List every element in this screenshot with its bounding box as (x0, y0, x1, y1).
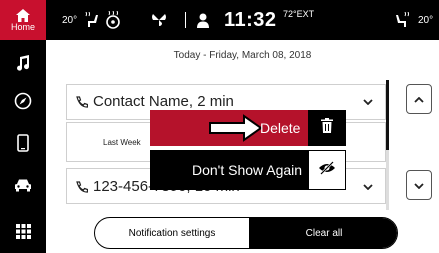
home-label: Home (10, 21, 35, 32)
left-sidebar: Home (0, 0, 46, 253)
sidebar-item-phone[interactable] (0, 124, 46, 162)
notifications-screen: Home 20° 11:32 72°EXT 20° Today - Friday… (0, 0, 439, 253)
chevron-down-icon (414, 176, 424, 194)
phone-icon (17, 134, 29, 152)
notification-actions: Notification settings Clear all (94, 217, 398, 249)
expand-chevron-icon[interactable] (355, 89, 381, 115)
user-profile-icon[interactable] (196, 0, 210, 40)
exterior-temp: 72°EXT (283, 9, 315, 19)
missed-call-icon (75, 180, 89, 198)
clear-all-button[interactable]: Clear all (249, 218, 397, 248)
heated-wheel-icon[interactable] (104, 0, 122, 40)
sidebar-item-apps[interactable] (0, 212, 46, 250)
arrow-right-icon (208, 114, 264, 147)
fan-icon[interactable] (150, 0, 168, 40)
sidebar-item-vehicle[interactable] (0, 166, 46, 204)
passenger-temp[interactable]: 20° (418, 0, 433, 40)
notification-subtitle: Last Week (103, 138, 141, 147)
car-icon (14, 178, 32, 192)
delete-button[interactable]: Delete (150, 110, 308, 146)
notification-title: Contact Name, 2 min (93, 93, 234, 110)
sidebar-item-navigation[interactable] (0, 82, 46, 120)
chevron-up-icon (414, 90, 424, 108)
dont-show-again-button[interactable]: Don't Show Again (150, 150, 308, 190)
dont-show-label: Don't Show Again (192, 162, 303, 178)
heated-seat-icon[interactable] (84, 0, 102, 40)
notification-settings-button[interactable]: Notification settings (95, 218, 249, 248)
home-icon (16, 8, 30, 22)
sidebar-item-home[interactable]: Home (0, 0, 46, 40)
music-note-icon (15, 55, 31, 71)
status-bar: 20° 11:32 72°EXT 20° (46, 0, 439, 40)
date-heading: Today - Friday, March 08, 2018 (173, 50, 312, 61)
apps-grid-icon (15, 223, 31, 239)
eye-slash-icon (318, 160, 336, 180)
heated-seat-passenger-icon[interactable] (394, 0, 410, 40)
scroll-up-button[interactable] (406, 84, 432, 114)
scrollbar-thumb[interactable] (386, 80, 389, 150)
status-divider (185, 12, 186, 28)
hide-icon-button[interactable] (308, 150, 346, 190)
expand-chevron-icon[interactable] (355, 174, 381, 200)
delete-label: Delete (260, 120, 301, 136)
compass-icon (14, 92, 32, 110)
delete-icon-button[interactable] (308, 110, 346, 146)
missed-call-icon (75, 95, 89, 113)
clock-time: 11:32 (224, 8, 277, 31)
sidebar-item-media[interactable] (0, 44, 46, 82)
driver-temp[interactable]: 20° (62, 0, 77, 40)
trash-icon (321, 118, 333, 138)
scroll-down-button[interactable] (406, 170, 432, 200)
